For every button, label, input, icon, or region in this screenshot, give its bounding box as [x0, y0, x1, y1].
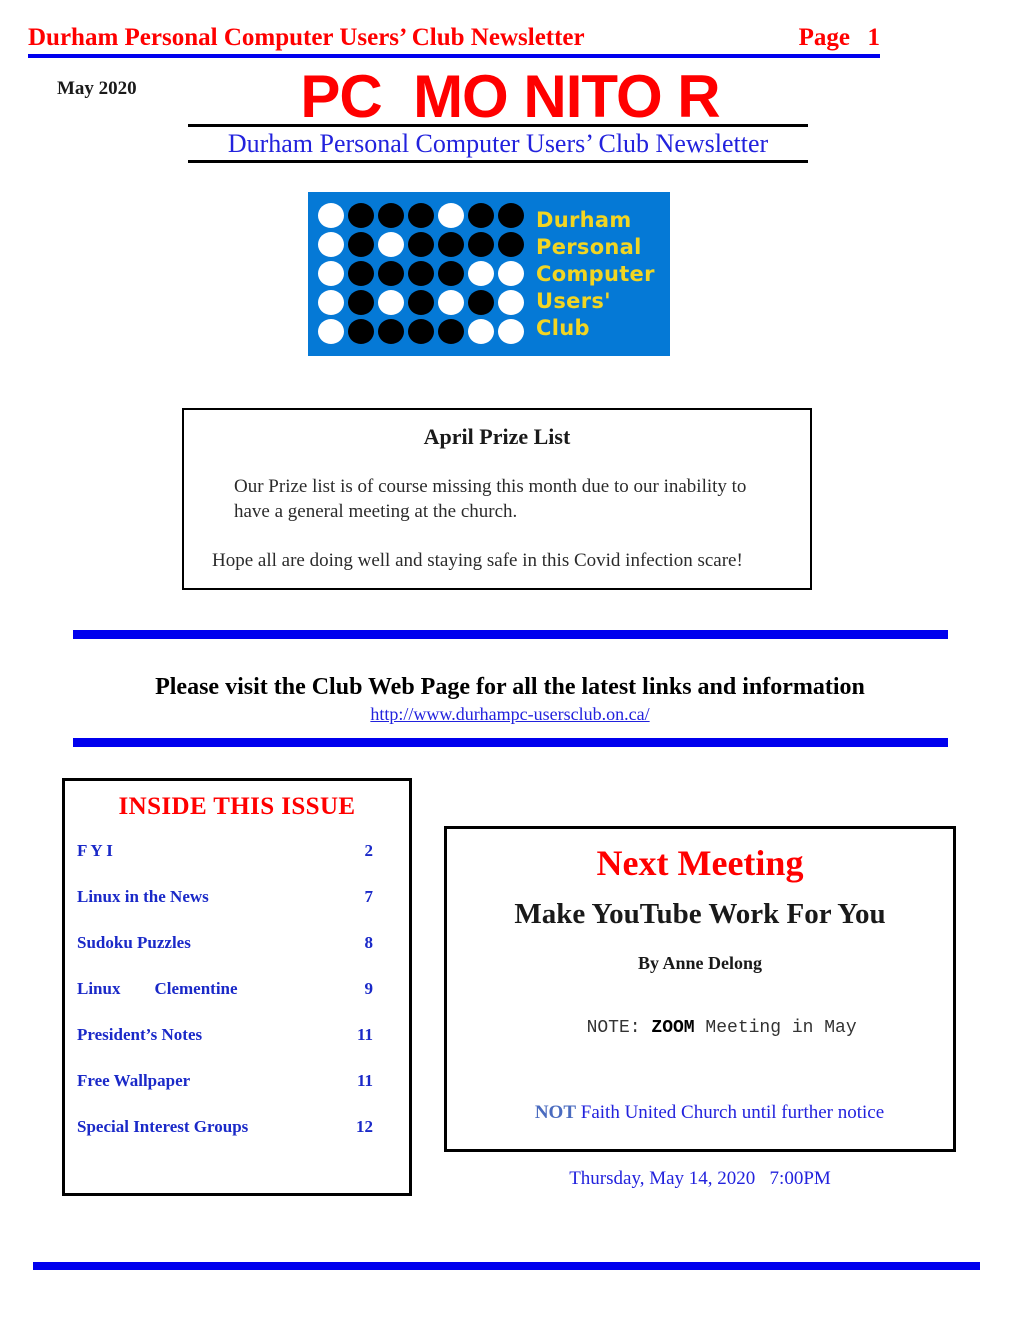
logo-dot-r2-c3: [378, 231, 404, 257]
prize-list-title: April Prize List: [423, 424, 571, 449]
promo-bar-top: [73, 630, 948, 639]
logo-dot-r3-c5: [438, 260, 464, 286]
logo-dot-r5-c5: [438, 318, 464, 344]
promo-bar-bottom: [73, 738, 948, 747]
next-meeting-note: NOTE: ZOOM Meeting in May: [447, 998, 953, 1058]
logo-dot-r5-c7: [498, 318, 524, 344]
logo-dot-r4-c7: [498, 289, 524, 315]
logo-dot-r1-c3: [378, 202, 404, 228]
next-meeting-note-platform: ZOOM: [651, 1018, 695, 1038]
toc-entry-page: 11: [356, 1071, 373, 1090]
logo-dot-r5-c1: [318, 318, 344, 344]
logo-wordmark-line-3: Computer: [536, 261, 655, 286]
logo-wordmark: Durham Personal Computer Users' Club: [536, 207, 655, 342]
logo-dot-r4-c5: [438, 289, 464, 315]
logo-dot-r1-c4: [408, 202, 434, 228]
logo-dot-r1-c6: [468, 202, 494, 228]
toc-entry[interactable]: Free Wallpaper 11: [77, 1071, 387, 1117]
toc-entry[interactable]: Linux Clementine 9: [77, 979, 387, 1025]
logo-wordmark-line-1: Durham: [536, 207, 632, 232]
logo-dot-grid: [318, 202, 526, 346]
toc-entry[interactable]: President’s Notes 11: [77, 1025, 387, 1071]
toc-entry-page: 8: [364, 933, 374, 952]
logo-dot-r1-c5: [438, 202, 464, 228]
inside-this-issue-heading: INSIDE THIS ISSUE: [118, 793, 356, 820]
logo-dot-r5-c4: [408, 318, 434, 344]
next-meeting-heading: Next Meeting: [596, 843, 804, 883]
next-meeting-venue-text: Faith United Church until further notice: [576, 1102, 885, 1123]
logo-dot-r4-c3: [378, 289, 404, 315]
running-header-page-number: 1: [867, 24, 881, 51]
prize-list-box: April Prize List Our Prize list is of co…: [182, 408, 812, 590]
logo-dot-r2-c5: [438, 231, 464, 257]
next-meeting-note-suffix: Meeting in May: [694, 1018, 857, 1038]
logo-dot-r4-c6: [468, 289, 494, 315]
toc-entry-page: 11: [356, 1025, 373, 1044]
toc-entry-title: Linux Clementine: [77, 979, 238, 998]
prize-list-paragraph-2: Hope all are doing well and staying safe…: [212, 550, 743, 571]
next-meeting-venue: NOT Faith United Church until further no…: [447, 1080, 953, 1146]
prize-list-paragraph-1: Our Prize list is of course missing this…: [234, 476, 747, 522]
logo-dot-r2-c2: [348, 231, 374, 257]
logo-dot-r2-c6: [468, 231, 494, 257]
next-meeting-note-prefix: NOTE:: [586, 1018, 652, 1038]
logo-dot-r3-c3: [378, 260, 404, 286]
next-meeting-datetime: Thursday, May 14, 2020 7:00PM: [569, 1168, 831, 1189]
promo-headline: Please visit the Club Web Page for all t…: [155, 674, 865, 700]
toc-entry[interactable]: F Y I 2: [77, 841, 387, 887]
running-header-title: Durham Personal Computer Users’ Club New…: [28, 24, 585, 51]
toc-entry[interactable]: Sudoku Puzzles 8: [77, 933, 387, 979]
logo-wordmark-line-5: Club: [536, 315, 590, 340]
toc-entry-page: 7: [364, 887, 374, 906]
logo-dot-r4-c4: [408, 289, 434, 315]
masthead-rule-bottom: [188, 160, 808, 163]
logo-dot-r4-c1: [318, 289, 344, 315]
logo-dot-r5-c3: [378, 318, 404, 344]
prize-list-body: Our Prize list is of course missing this…: [184, 474, 810, 573]
logo-dot-r4-c2: [348, 289, 374, 315]
toc-entry[interactable]: Linux in the News 7: [77, 887, 387, 933]
toc-entry-title: Special Interest Groups: [77, 1117, 249, 1136]
toc-entry-title: Sudoku Puzzles: [77, 933, 191, 952]
logo-wordmark-line-4: Users': [536, 288, 611, 313]
inside-this-issue-box: INSIDE THIS ISSUE F Y I 2 Linux in the New…: [62, 778, 412, 1196]
running-header-page-label: Page: [798, 24, 850, 51]
toc-entry-page: 12: [356, 1117, 373, 1136]
logo-wordmark-line-2: Personal: [536, 234, 642, 259]
club-website-link[interactable]: http://www.durhampc-usersclub.on.ca/: [0, 704, 1020, 725]
logo-dot-r3-c4: [408, 260, 434, 286]
logo-dot-r1-c7: [498, 202, 524, 228]
running-header-rule: [28, 54, 880, 58]
masthead-title: PC MO NITO R: [300, 63, 720, 130]
club-logo: Durham Personal Computer Users' Club: [308, 192, 670, 356]
logo-dot-r1-c1: [318, 202, 344, 228]
inside-this-issue-list: F Y I 2 Linux in the News 7 Sudoku Puzzles 8 L…: [65, 841, 409, 1163]
logo-dot-r5-c2: [348, 318, 374, 344]
running-header: Durham Personal Computer Users’ Club New…: [28, 24, 880, 58]
next-meeting-topic: Make YouTube Work For You: [514, 898, 886, 930]
footer-bar: [33, 1262, 980, 1270]
toc-entry-title: Free Wallpaper: [77, 1071, 191, 1090]
next-meeting-box: Next Meeting Make YouTube Work For You B…: [444, 826, 956, 1189]
masthead-band: Durham Personal Computer Users’ Club New…: [188, 124, 808, 163]
next-meeting-presenter: By Anne Delong: [637, 953, 763, 973]
toc-entry-title: Linux in the News: [77, 887, 209, 906]
logo-dot-r1-c2: [348, 202, 374, 228]
logo-dot-r3-c2: [348, 260, 374, 286]
toc-entry-title: President’s Notes: [77, 1025, 203, 1044]
toc-entry-title: F Y I: [77, 841, 113, 860]
masthead-subtitle: Durham Personal Computer Users’ Club New…: [227, 129, 769, 158]
logo-dot-r2-c4: [408, 231, 434, 257]
logo-dot-r3-c6: [468, 260, 494, 286]
toc-entry-page: 2: [364, 841, 374, 860]
logo-dot-r2-c7: [498, 231, 524, 257]
next-meeting-venue-negation: NOT: [534, 1102, 577, 1123]
logo-dot-r3-c1: [318, 260, 344, 286]
toc-entry-page: 9: [364, 979, 374, 998]
logo-dot-r3-c7: [498, 260, 524, 286]
logo-dot-r2-c1: [318, 231, 344, 257]
logo-dot-r5-c6: [468, 318, 494, 344]
toc-entry[interactable]: Special Interest Groups 12: [77, 1117, 387, 1163]
